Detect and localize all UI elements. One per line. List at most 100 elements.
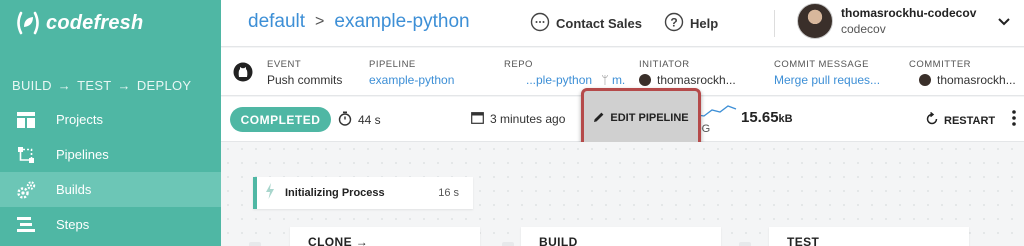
edit-pipeline-highlight: EDIT PIPELINE (581, 88, 701, 148)
breadcrumb: default > example-python (248, 11, 470, 33)
started-time: 3 minutes ago (471, 111, 565, 127)
pipeline-canvas: Initializing Process 16 s CLONE → BUILD … (221, 142, 1024, 246)
initiator-field: INITIATOR thomasrockh... (639, 59, 736, 89)
stage-clone[interactable]: CLONE → (290, 227, 480, 246)
log-size: 15.65kB (741, 109, 793, 126)
flow-deploy: DEPLOY (136, 78, 192, 93)
initiator-avatar (639, 74, 651, 86)
repo-link[interactable]: ...ple-python (526, 73, 592, 87)
repo-value: ...ple-python ᛘ m. (504, 71, 625, 89)
initiator-name: thomasrockh... (657, 73, 736, 87)
flow-build: BUILD (12, 78, 52, 93)
help-label: Help (690, 16, 719, 31)
duration: 44 s (338, 111, 381, 129)
user-menu[interactable]: thomasrockhu-codecov codecov (797, 3, 976, 39)
contact-sales-button[interactable]: Contact Sales (530, 12, 642, 35)
steps-icon (16, 215, 36, 235)
committer-avatar (919, 74, 931, 86)
repo-field: REPO ...ple-python ᛘ m. (504, 59, 625, 89)
stage-connector (502, 242, 514, 246)
event-field: EVENT Push commits (267, 59, 342, 89)
builds-icon (16, 180, 36, 200)
initiator-label: INITIATOR (639, 59, 690, 70)
breadcrumb-project[interactable]: default (248, 11, 305, 33)
branch-icon: ᛘ (601, 73, 609, 87)
stage-connector (249, 242, 261, 246)
divider (774, 10, 775, 37)
sidebar: codefresh BUILD → TEST → DEPLOY Projects… (0, 0, 221, 246)
logo-text: codefresh (46, 11, 144, 34)
avatar (797, 3, 833, 39)
codefresh-logo[interactable]: codefresh (14, 8, 143, 38)
pipelines-icon (16, 145, 36, 165)
pipeline-link[interactable]: example-python (369, 71, 454, 89)
committer-name: thomasrockh... (937, 73, 1016, 87)
stage-title: TEST (787, 235, 820, 246)
log-size-unit: kB (778, 113, 793, 125)
restart-button[interactable]: RESTART (925, 111, 996, 129)
log-size-value: 15.65 (741, 109, 779, 126)
initiator-value: thomasrockh... (639, 71, 736, 89)
stopwatch-icon (338, 111, 352, 129)
started-value: 3 minutes ago (490, 112, 566, 126)
init-step-card[interactable]: Initializing Process 16 s (253, 177, 473, 209)
svg-text:?: ? (670, 16, 677, 30)
pencil-icon (593, 111, 605, 126)
sidebar-item-builds[interactable]: Builds (0, 172, 221, 207)
question-icon: ? (664, 12, 684, 35)
arrow-right-icon: → (57, 78, 72, 93)
restart-icon (925, 111, 939, 129)
user-name: thomasrockhu-codecov (841, 6, 977, 20)
top-bar: default > example-python Contact Sales ?… (221, 0, 1024, 47)
contact-sales-label: Contact Sales (556, 16, 642, 31)
arrow-right-icon: → (117, 78, 131, 93)
commit-message-link[interactable]: Merge pull reques... (774, 71, 880, 89)
github-icon (233, 62, 253, 87)
sidebar-item-projects[interactable]: Projects (0, 102, 221, 137)
branch-link[interactable]: m. (612, 73, 625, 87)
stage-test[interactable]: TEST (769, 227, 969, 246)
commit-message-field: COMMIT MESSAGE Merge pull reques... (774, 59, 880, 89)
breadcrumb-separator: > (315, 13, 325, 30)
status-badge: COMPLETED (230, 107, 331, 132)
help-button[interactable]: ? Help (664, 12, 718, 35)
event-label: EVENT (267, 59, 302, 70)
calendar-icon (471, 111, 484, 127)
init-step-name: Initializing Process (285, 187, 385, 199)
edit-pipeline-label: EDIT PIPELINE (610, 112, 689, 124)
event-value: Push commits (267, 73, 343, 87)
commit-message-label: COMMIT MESSAGE (774, 59, 869, 70)
stage-connector (739, 242, 751, 246)
lightning-icon (265, 182, 275, 204)
codefresh-logo-icon (14, 9, 42, 37)
sidebar-item-label: Projects (56, 112, 103, 127)
pipeline-label: PIPELINE (369, 59, 416, 70)
flow-test: TEST (77, 78, 112, 93)
sidebar-item-label: Steps (56, 217, 90, 232)
init-step-time: 16 s (438, 187, 459, 199)
user-info: thomasrockhu-codecov codecov (841, 5, 976, 37)
breadcrumb-pipeline[interactable]: example-python (334, 11, 469, 33)
sidebar-item-label: Builds (56, 182, 92, 197)
repo-label: REPO (504, 59, 533, 70)
sidebar-item-steps[interactable]: Steps (0, 207, 221, 242)
committer-label: COMMITTER (909, 59, 972, 70)
sidebar-item-pipelines[interactable]: Pipelines (0, 137, 221, 172)
build-test-deploy-flow: BUILD → TEST → DEPLOY (12, 78, 191, 93)
sidebar-nav: Projects Pipelines Builds Steps (0, 102, 221, 242)
more-options-icon[interactable] (1011, 109, 1017, 132)
stage-build[interactable]: BUILD (521, 227, 721, 246)
chevron-down-icon[interactable] (997, 15, 1011, 34)
projects-icon (16, 110, 36, 130)
edit-pipeline-button[interactable]: EDIT PIPELINE (584, 91, 698, 145)
committer-field: COMMITTER thomasrockh... (909, 59, 1016, 89)
duration-value: 44 s (358, 113, 381, 127)
committer-value: thomasrockh... (909, 71, 1016, 89)
user-org: codecov (841, 22, 886, 36)
sidebar-item-label: Pipelines (56, 147, 109, 162)
stage-title: CLONE → (308, 235, 369, 246)
chat-bubble-icon (530, 12, 550, 35)
pipeline-field: PIPELINE example-python (369, 59, 454, 89)
stage-title: BUILD (539, 235, 578, 246)
restart-label: RESTART (944, 114, 996, 127)
